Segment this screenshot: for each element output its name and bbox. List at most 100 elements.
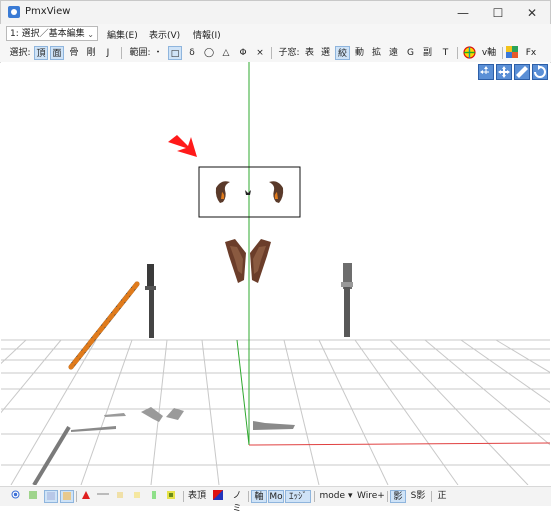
- toolbar-divider: [502, 47, 503, 59]
- range-label: 範囲:: [129, 48, 151, 58]
- mode-select[interactable]: 1: 選択／基本編集 ⌄: [6, 26, 98, 41]
- child-filter-button[interactable]: 絞: [335, 46, 350, 60]
- main-toolbar: 選択: 頂 面 骨 剛 J 範囲: ・ □ δ ◯ △ Φ × 子窓: 表 選 …: [0, 44, 551, 63]
- child-g-button[interactable]: G: [404, 46, 417, 60]
- gauntlet-left: [225, 239, 246, 283]
- line-icon: [97, 493, 109, 495]
- sword-left: [145, 264, 156, 338]
- toolbar-divider: [121, 47, 122, 59]
- z-axis: [236, 339, 250, 446]
- maximize-button[interactable]: ☐: [481, 1, 515, 25]
- material-toggle[interactable]: [44, 490, 58, 503]
- minimize-button[interactable]: —: [446, 1, 480, 25]
- toolbar-divider: [271, 47, 272, 59]
- grid-view-button[interactable]: [505, 46, 519, 60]
- range-circle-button[interactable]: ◯: [203, 46, 215, 60]
- rigid-icon: [117, 492, 123, 498]
- child-far-button[interactable]: 遠: [387, 46, 400, 60]
- texture-toggle[interactable]: [60, 490, 74, 503]
- horn-right: [269, 181, 284, 203]
- caret-down-icon: ▾: [347, 491, 353, 501]
- triangle-icon: [82, 491, 90, 499]
- viewport-scene: [1, 62, 550, 485]
- rotate-view-icon[interactable]: [532, 64, 548, 80]
- move-view-icon[interactable]: [478, 64, 494, 80]
- close-button[interactable]: ✕: [515, 1, 549, 25]
- mo-toggle[interactable]: Mo: [268, 490, 284, 503]
- select-vertex-button[interactable]: 頂: [34, 46, 48, 60]
- material-icon: [47, 492, 55, 500]
- menu-view[interactable]: 表示(V): [149, 28, 180, 41]
- vaxis-icon: [462, 46, 476, 59]
- horn-left: [215, 181, 230, 203]
- toolbar-divider: [314, 491, 315, 502]
- texture-icon: [63, 492, 71, 500]
- fx-button[interactable]: Fx: [523, 46, 539, 60]
- red-arrow-icon: [168, 135, 197, 157]
- view-controls: [478, 64, 550, 80]
- child-t-button[interactable]: T: [439, 46, 452, 60]
- title-bar: PmxView — ☐ ✕: [0, 0, 551, 25]
- child-table-button[interactable]: 表: [303, 46, 316, 60]
- window-title: PmxView: [25, 6, 71, 17]
- 3d-viewport[interactable]: [1, 62, 550, 485]
- range-point-button[interactable]: ・: [152, 46, 164, 60]
- select-joint-button[interactable]: J: [101, 46, 115, 60]
- child-move-button[interactable]: 動: [353, 46, 366, 60]
- select-rigid-button[interactable]: 剛: [84, 46, 98, 60]
- zoom-view-icon[interactable]: [514, 64, 530, 80]
- mode-dropdown[interactable]: mode ▾: [318, 490, 354, 503]
- grid-icon: [506, 46, 518, 58]
- joint-icon: [134, 492, 140, 498]
- mode-select-value: 1: 選択／基本編集: [10, 29, 85, 39]
- mesh-icon: [29, 491, 37, 499]
- morph-display-toggle[interactable]: [164, 490, 178, 503]
- menu-bar: 1: 選択／基本編集 ⌄ 編集(E) 表示(V) 情報(I): [0, 24, 551, 44]
- range-clear-button[interactable]: ×: [254, 46, 266, 60]
- toolbar-divider: [457, 47, 458, 59]
- sword-right: [341, 263, 353, 337]
- range-phi-button[interactable]: Φ: [237, 46, 249, 60]
- shadow-toggle[interactable]: 影: [390, 490, 406, 503]
- vaxis-button[interactable]: [461, 46, 477, 60]
- softbody-icon: [152, 491, 156, 499]
- toolbar-divider: [248, 491, 249, 502]
- center-ornament: [245, 190, 251, 195]
- chevron-down-icon: ⌄: [87, 30, 94, 39]
- color-picker-button[interactable]: [211, 490, 225, 503]
- bone-display-toggle[interactable]: [79, 490, 93, 503]
- self-shadow-toggle[interactable]: S影: [409, 490, 427, 503]
- select-bone-button[interactable]: 骨: [67, 46, 81, 60]
- child-window-label: 子窓:: [278, 48, 300, 58]
- rigid-display-toggle[interactable]: [113, 490, 127, 503]
- range-triangle-button[interactable]: △: [220, 46, 232, 60]
- pan-view-icon[interactable]: [496, 64, 512, 80]
- mesh-display-toggle[interactable]: [26, 490, 40, 503]
- softbody-display-toggle[interactable]: [147, 490, 161, 503]
- range-delta-button[interactable]: δ: [186, 46, 198, 60]
- child-scale-button[interactable]: 拡: [370, 46, 383, 60]
- child-sub-button[interactable]: 副: [421, 46, 434, 60]
- child-select-button[interactable]: 選: [319, 46, 332, 60]
- mode-dropdown-label: mode: [319, 491, 346, 501]
- select-label: 選択:: [9, 48, 31, 58]
- floor-grid: [1, 339, 550, 485]
- nomi-button[interactable]: ノミ: [230, 490, 244, 514]
- orthographic-toggle[interactable]: 正: [435, 490, 449, 503]
- menu-info[interactable]: 情報(I): [193, 28, 221, 41]
- gauntlet-right: [250, 239, 271, 283]
- select-face-button[interactable]: 面: [50, 46, 64, 60]
- line-display-toggle[interactable]: [96, 490, 110, 503]
- toolbar-divider: [387, 491, 388, 502]
- radio-icon: [11, 490, 19, 499]
- x-axis: [248, 442, 550, 446]
- floor-shadows: [32, 407, 295, 485]
- axis-toggle[interactable]: 軸: [251, 490, 267, 503]
- vertex-display-toggle[interactable]: [8, 490, 22, 503]
- wire-plus-button[interactable]: Wire+: [357, 490, 385, 503]
- range-rect-button[interactable]: □: [168, 46, 182, 60]
- menu-edit[interactable]: 編集(E): [107, 28, 138, 41]
- joint-display-toggle[interactable]: [130, 490, 144, 503]
- table-vertex-button[interactable]: 表頂: [186, 490, 208, 503]
- edge-toggle[interactable]: ｴｯｼﾞ: [285, 490, 311, 503]
